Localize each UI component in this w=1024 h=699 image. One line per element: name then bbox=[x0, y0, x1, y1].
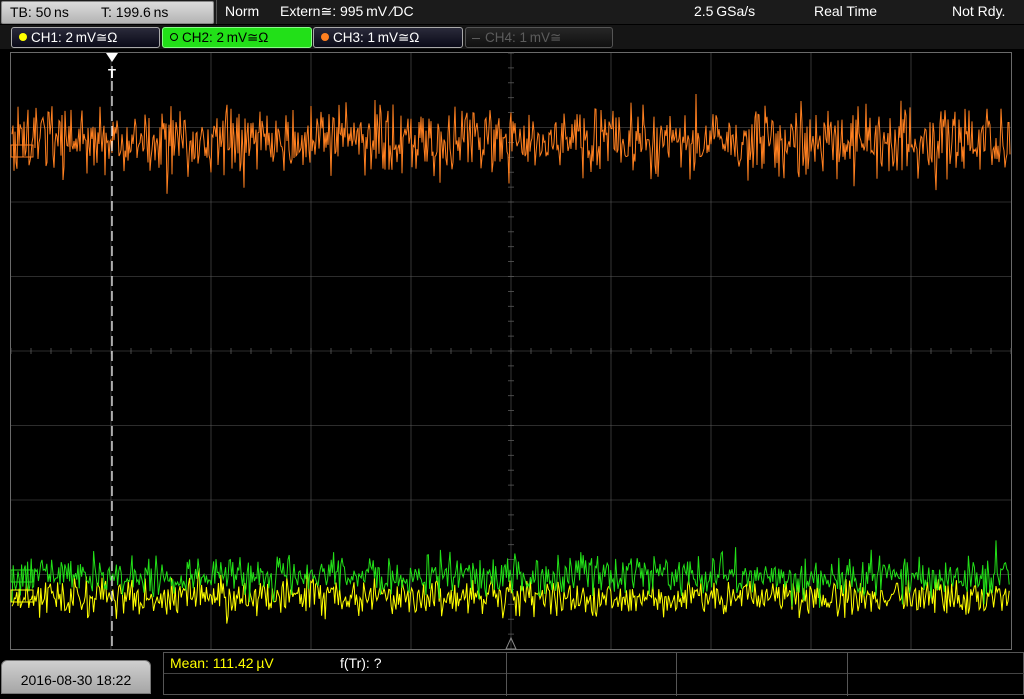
datetime-display[interactable]: 2016-08-30 18:22 bbox=[1, 660, 151, 694]
divider bbox=[506, 653, 507, 696]
divider bbox=[164, 673, 1024, 674]
bottom-bar: 2016-08-30 18:22 Mean: 111.42 µV f(Tr): … bbox=[0, 652, 1024, 696]
trigger-marker-label: T bbox=[108, 66, 116, 81]
divider bbox=[676, 653, 677, 696]
waveform-display[interactable]: T bbox=[0, 0, 1024, 652]
frequency-measurement: f(Tr): ? bbox=[340, 655, 382, 671]
mean-measurement: Mean: 111.42 µV bbox=[170, 655, 274, 671]
divider bbox=[847, 653, 848, 696]
measurement-panel[interactable]: Mean: 111.42 µV f(Tr): ? bbox=[163, 652, 1024, 696]
